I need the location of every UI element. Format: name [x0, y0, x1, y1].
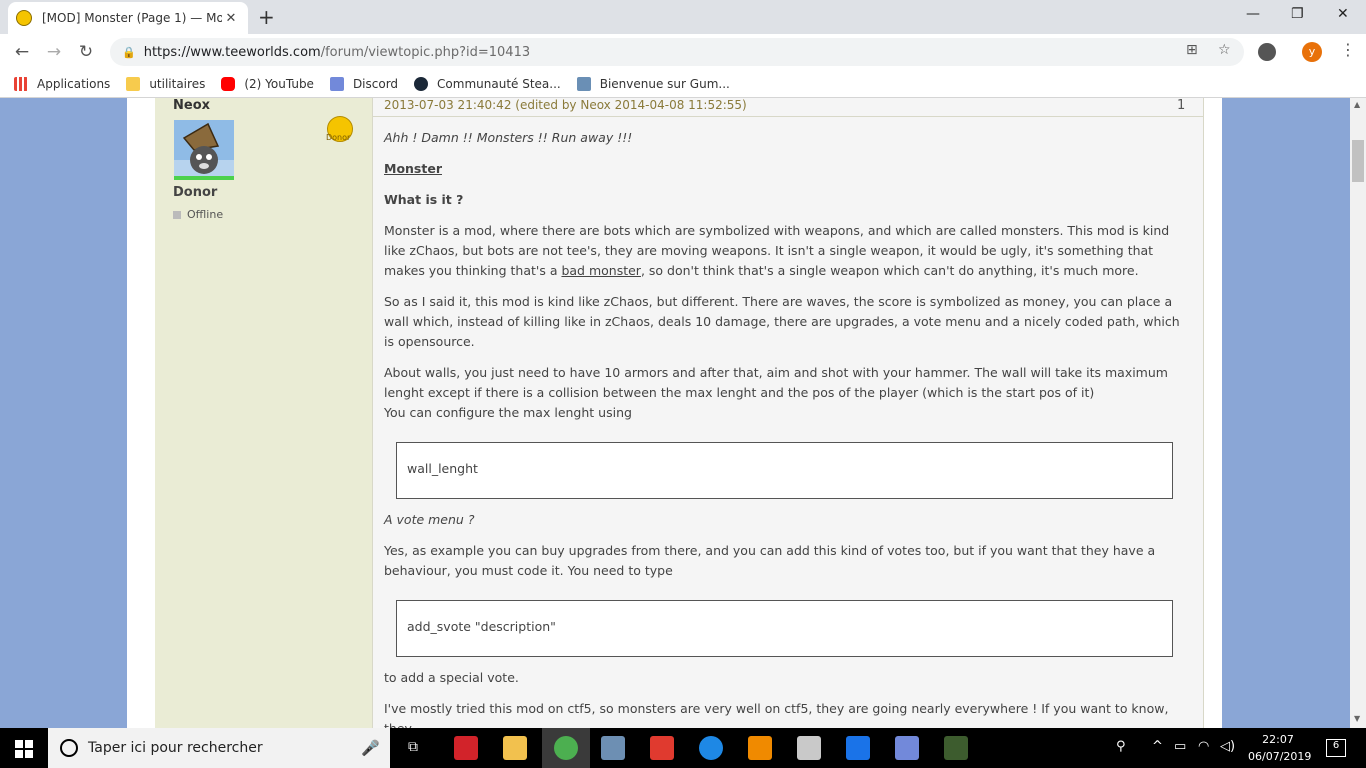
folder-icon [126, 76, 141, 91]
minimize-icon[interactable]: — [1246, 6, 1260, 22]
discord-taskbar-icon[interactable] [895, 736, 919, 760]
post-intro: Ahh ! Damn !! Monsters !! Run away !!! [384, 130, 633, 145]
edge-icon[interactable] [846, 736, 870, 760]
browser-tab[interactable]: [MOD] Monster (Page 1) — Mod ✕ [8, 2, 248, 34]
post-number[interactable]: 1 [1177, 98, 1185, 113]
reload-icon[interactable]: ↻ [70, 42, 102, 62]
tab-title: [MOD] Monster (Page 1) — Mod [42, 11, 222, 25]
teeworlds-favicon-icon [16, 10, 32, 26]
taskbar-search-box[interactable]: Taper ici pour rechercher 🎤 [48, 728, 390, 768]
vlc-icon[interactable] [748, 736, 772, 760]
bookmark-utilitaires[interactable]: utilitaires [126, 76, 205, 91]
back-icon[interactable]: ← [6, 42, 38, 62]
author-rank: Donor [173, 185, 218, 200]
bookmark-youtube[interactable]: (2) YouTube [221, 76, 314, 91]
menu-dots-icon[interactable]: ⋮ [1340, 40, 1356, 59]
code-box-wall-lenght[interactable]: wall_lenght [396, 442, 1173, 499]
bookmark-steam[interactable]: Communauté Stea... [414, 76, 561, 91]
show-hidden-icons-icon[interactable]: ^ [1152, 739, 1163, 754]
lock-icon: 🔒 [122, 45, 136, 59]
restore-icon[interactable]: ❐ [1291, 6, 1304, 22]
address-bar[interactable]: 🔒 https://www.teeworlds.com/forum/viewto… [110, 38, 1244, 66]
offline-indicator-icon [173, 210, 181, 219]
volume-icon[interactable]: ◁) [1220, 739, 1235, 754]
scrollbar-thumb[interactable] [1352, 140, 1364, 182]
paragraph-4: Yes, as example you can buy upgrades fro… [384, 543, 1156, 578]
author-status: Offline [173, 208, 223, 221]
bookmark-discord[interactable]: Discord [329, 76, 398, 91]
post-heading: Monster [384, 161, 442, 176]
close-window-icon[interactable]: ✕ [1337, 6, 1349, 22]
profile-avatar[interactable]: y [1302, 42, 1322, 62]
microphone-icon[interactable]: 🎤 [361, 739, 380, 757]
page-viewport: Neox Donor Donor Offline 2013-07-03 21:4… [0, 98, 1350, 728]
bookmark-applications[interactable]: Applications [14, 76, 110, 91]
section-what-is-it: What is it ? [384, 192, 464, 207]
apps-grid-icon [14, 76, 28, 91]
task-view-icon[interactable]: ⧉ [408, 739, 418, 755]
bookmark-star-icon[interactable]: ☆ [1218, 42, 1231, 58]
url-text[interactable]: https://www.teeworlds.com/forum/viewtopi… [144, 45, 530, 60]
wifi-icon[interactable]: ◠ [1198, 739, 1209, 754]
post-header-divider [372, 116, 1204, 117]
windows-start-icon[interactable] [15, 740, 33, 758]
translate-icon[interactable]: ⊞ [1186, 42, 1198, 58]
post-content: Ahh ! Damn !! Monsters !! Run away !!! M… [384, 128, 1184, 728]
gum-icon [576, 76, 591, 91]
code-box-add-svote[interactable]: add_svote "description" [396, 600, 1173, 657]
bad-monster-link[interactable]: bad monster [561, 263, 641, 278]
taskbar-clock[interactable]: 22:07 06/07/2019 [1248, 731, 1311, 765]
windows-taskbar: Taper ici pour rechercher 🎤 ⧉ ⚲ ^ ▭ ◠ ◁)… [0, 728, 1366, 768]
airplane-app-icon[interactable] [699, 736, 723, 760]
battery-icon[interactable]: ▭ [1174, 739, 1186, 754]
avatar-status-bar [174, 176, 234, 180]
steam-icon [414, 76, 429, 91]
avatar [174, 120, 234, 180]
donor-badge-icon: Donor [326, 116, 353, 142]
discord-icon [329, 76, 344, 91]
flame-app-icon[interactable] [650, 736, 674, 760]
paragraph-1: Monster is a mod, where there are bots w… [384, 223, 1170, 278]
forum-page: Neox Donor Donor Offline 2013-07-03 21:4… [127, 98, 1222, 728]
bookmarks-bar: Applications utilitaires (2) YouTube Dis… [0, 70, 1366, 98]
forward-icon[interactable]: → [38, 42, 70, 62]
post-timestamp: 2013-07-03 21:40:42 (edited by Neox 2014… [384, 98, 747, 112]
extension-icon[interactable] [1258, 43, 1276, 61]
cortana-icon [60, 739, 78, 757]
paragraph-5: to add a special vote. [384, 670, 519, 685]
page-scrollbar[interactable]: ▲ ▼ [1350, 98, 1366, 728]
tab-bar: [MOD] Monster (Page 1) — Mod ✕ + — ❐ ✕ [0, 0, 1366, 34]
photos-app-icon[interactable] [601, 736, 625, 760]
close-tab-icon[interactable]: ✕ [222, 11, 240, 26]
browser-toolbar: ← → ↻ 🔒 https://www.teeworlds.com/forum/… [0, 34, 1366, 70]
bookmark-gum[interactable]: Bienvenue sur Gum... [576, 76, 730, 91]
paragraph-2: So as I said it, this mod is kind like z… [384, 294, 1180, 349]
chrome-icon[interactable] [554, 736, 578, 760]
new-tab-icon[interactable]: + [258, 5, 275, 29]
youtube-icon [221, 76, 236, 91]
paragraph-6: I've mostly tried this mod on ctf5, so m… [384, 701, 1169, 728]
people-icon[interactable]: ⚲ [1116, 739, 1126, 754]
paragraph-3: About walls, you just need to have 10 ar… [384, 365, 1168, 420]
scroll-up-icon[interactable]: ▲ [1354, 100, 1360, 109]
game-app-icon[interactable] [944, 736, 968, 760]
antivirus-app-icon[interactable] [454, 736, 478, 760]
section-vote-menu: A vote menu ? [384, 512, 475, 527]
scroll-down-icon[interactable]: ▼ [1354, 714, 1360, 723]
taskbar-search-placeholder: Taper ici pour rechercher [88, 740, 263, 756]
notepad-app-icon[interactable] [797, 736, 821, 760]
file-explorer-icon[interactable] [503, 736, 527, 760]
notification-center-icon[interactable]: 6 [1326, 739, 1346, 757]
post-author-name[interactable]: Neox [173, 98, 210, 113]
